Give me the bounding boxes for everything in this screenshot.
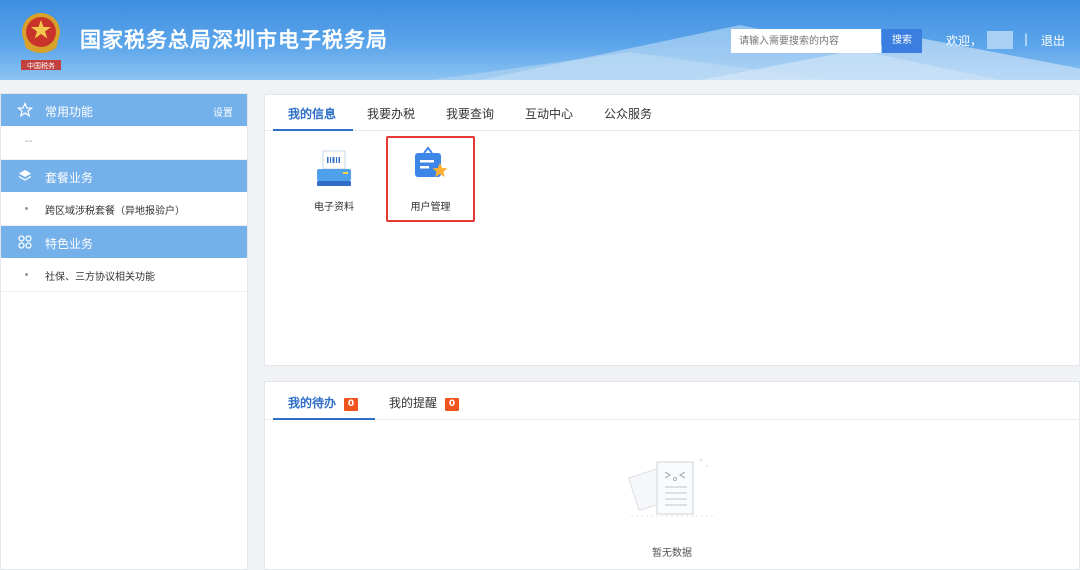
sidebar-item-empty: -- bbox=[1, 126, 247, 160]
emblem-caption: 中国税务 bbox=[27, 61, 55, 70]
sidebar-item-social-security[interactable]: 社保、三方协议相关功能 bbox=[1, 258, 247, 292]
sidebar-item-label: 跨区域涉税套餐（异地报验户） bbox=[45, 206, 185, 217]
tab-my-todo[interactable]: 我的待办 0 bbox=[288, 394, 359, 411]
logout-link[interactable]: 退出 bbox=[1041, 32, 1065, 49]
app-label: 电子资料 bbox=[314, 202, 354, 213]
sidebar-item-cross-region[interactable]: 跨区域涉税套餐（异地报验户） bbox=[1, 192, 247, 226]
settings-link[interactable]: 设置 bbox=[213, 104, 233, 119]
tab-my-info[interactable]: 我的信息 bbox=[288, 105, 336, 122]
tax-emblem-logo: 中国税务 bbox=[21, 13, 61, 70]
todo-count-badge: 0 bbox=[344, 398, 359, 411]
active-tab-indicator bbox=[273, 418, 375, 420]
app-label: 用户管理 bbox=[410, 202, 451, 213]
sidebar-section-special[interactable]: 特色业务 bbox=[1, 226, 247, 258]
reminder-count-badge: 0 bbox=[445, 398, 460, 411]
header-banner: 中国税务 国家税务总局深圳市电子税务局 搜索 欢迎， | 退出 bbox=[0, 0, 1080, 80]
scanner-icon bbox=[317, 150, 351, 186]
user-management-icon bbox=[415, 146, 448, 177]
main-tab-bar: 我的信息 我要办税 我要查询 互动中心 公众服务 bbox=[265, 95, 1080, 131]
site-title: 国家税务总局深圳市电子税务局 bbox=[80, 28, 388, 52]
search-button[interactable]: 搜索 bbox=[882, 29, 922, 53]
sidebar-section-label: 套餐业务 bbox=[45, 171, 94, 185]
grid-icon bbox=[18, 235, 32, 249]
sidebar: 常用功能 设置 -- 套餐业务 跨区域涉税套餐（异地报验户） 特色业务 社保、三… bbox=[0, 93, 248, 570]
my-info-panel: 我的信息 我要办税 我要查询 互动中心 公众服务 电子资料 用户管理 bbox=[264, 94, 1080, 366]
sidebar-section-common[interactable]: 常用功能 设置 bbox=[1, 94, 247, 126]
tab-my-reminders[interactable]: 我的提醒 0 bbox=[389, 394, 460, 411]
app-electronic-materials[interactable]: 电子资料 bbox=[292, 145, 376, 221]
todo-tab-bar: 我的待办 0 我的提醒 0 bbox=[265, 382, 1080, 420]
tab-query[interactable]: 我要查询 bbox=[446, 105, 494, 122]
bullet-icon bbox=[25, 273, 28, 276]
sidebar-item-label: -- bbox=[25, 136, 33, 147]
tab-interaction-center[interactable]: 互动中心 bbox=[525, 105, 573, 122]
empty-state-text: 暂无数据 bbox=[652, 548, 692, 559]
star-icon bbox=[17, 102, 33, 118]
sidebar-section-label: 常用功能 bbox=[45, 105, 94, 119]
empty-document-icon bbox=[627, 459, 713, 517]
tab-tax-handling[interactable]: 我要办税 bbox=[367, 105, 415, 122]
active-tab-indicator bbox=[273, 129, 353, 131]
sidebar-section-label: 特色业务 bbox=[45, 237, 94, 251]
todo-panel: 我的待办 0 我的提醒 0 暂无数据 bbox=[264, 381, 1080, 570]
sidebar-section-package[interactable]: 套餐业务 bbox=[1, 160, 247, 192]
bullet-icon bbox=[25, 207, 28, 210]
header-separator: | bbox=[1024, 32, 1029, 46]
tab-public-service[interactable]: 公众服务 bbox=[604, 105, 652, 122]
username-redacted bbox=[987, 31, 1013, 49]
welcome-text: 欢迎， bbox=[946, 34, 983, 48]
search-input[interactable] bbox=[731, 29, 881, 53]
tab-label: 我的待办 bbox=[288, 396, 337, 410]
app-user-management[interactable]: 用户管理 bbox=[386, 136, 475, 222]
layers-icon bbox=[18, 170, 32, 181]
sidebar-item-label: 社保、三方协议相关功能 bbox=[45, 272, 155, 283]
tab-label: 我的提醒 bbox=[389, 396, 438, 410]
